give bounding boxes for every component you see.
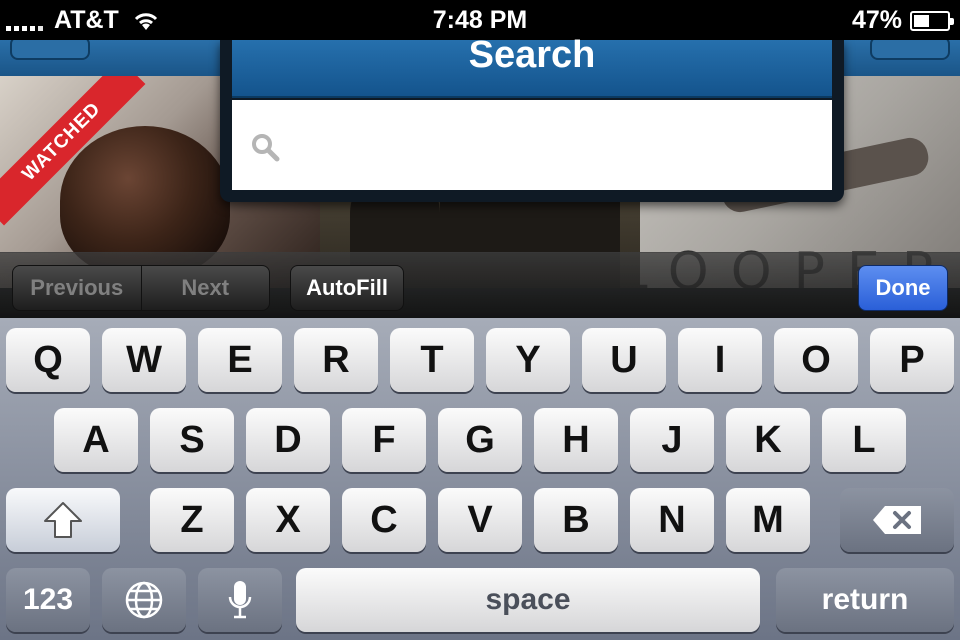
key-w[interactable]: W bbox=[102, 328, 186, 392]
next-button[interactable]: Next bbox=[140, 266, 270, 310]
previous-next-control: Previous Next bbox=[12, 265, 270, 311]
key-q[interactable]: Q bbox=[6, 328, 90, 392]
dictation-key[interactable] bbox=[198, 568, 282, 632]
key-f[interactable]: F bbox=[342, 408, 426, 472]
key-j[interactable]: J bbox=[630, 408, 714, 472]
return-key[interactable]: return bbox=[776, 568, 954, 632]
search-title: Search bbox=[468, 34, 596, 76]
delete-key[interactable] bbox=[840, 488, 954, 552]
key-b[interactable]: B bbox=[534, 488, 618, 552]
key-e[interactable]: E bbox=[198, 328, 282, 392]
key-v[interactable]: V bbox=[438, 488, 522, 552]
key-c[interactable]: C bbox=[342, 488, 426, 552]
key-l[interactable]: L bbox=[822, 408, 906, 472]
previous-button[interactable]: Previous bbox=[13, 266, 141, 310]
space-key[interactable]: space bbox=[296, 568, 760, 632]
status-right: 47% bbox=[851, 6, 954, 35]
shift-icon bbox=[44, 502, 82, 538]
delete-icon bbox=[873, 506, 921, 534]
key-r[interactable]: R bbox=[294, 328, 378, 392]
shift-key[interactable] bbox=[6, 488, 120, 552]
search-field[interactable] bbox=[232, 100, 832, 190]
numbers-key[interactable]: 123 bbox=[6, 568, 90, 632]
key-h[interactable]: H bbox=[534, 408, 618, 472]
key-z[interactable]: Z bbox=[150, 488, 234, 552]
search-icon bbox=[252, 134, 280, 162]
key-n[interactable]: N bbox=[630, 488, 714, 552]
keyboard: Q W E R T Y U I O P A S D F G H J K L Z … bbox=[0, 318, 960, 640]
key-y[interactable]: Y bbox=[486, 328, 570, 392]
keyboard-toolbar: Previous Next AutoFill Done bbox=[0, 252, 960, 318]
key-m[interactable]: M bbox=[726, 488, 810, 552]
key-p[interactable]: P bbox=[870, 328, 954, 392]
key-o[interactable]: O bbox=[774, 328, 858, 392]
battery-icon bbox=[910, 10, 954, 31]
status-time: 7:48 PM bbox=[432, 6, 528, 34]
globe-key[interactable] bbox=[102, 568, 186, 632]
search-popup: Search bbox=[220, 34, 844, 202]
battery-percent: 47% bbox=[851, 6, 902, 34]
key-a[interactable]: A bbox=[54, 408, 138, 472]
autofill-button[interactable]: AutoFill bbox=[290, 265, 404, 311]
key-t[interactable]: T bbox=[390, 328, 474, 392]
battery-fill bbox=[914, 14, 930, 27]
done-button[interactable]: Done bbox=[858, 265, 948, 311]
navbar-right-button[interactable] bbox=[870, 40, 950, 60]
key-i[interactable]: I bbox=[678, 328, 762, 392]
key-d[interactable]: D bbox=[246, 408, 330, 472]
key-x[interactable]: X bbox=[246, 488, 330, 552]
key-u[interactable]: U bbox=[582, 328, 666, 392]
key-g[interactable]: G bbox=[438, 408, 522, 472]
globe-icon bbox=[125, 581, 163, 619]
microphone-icon bbox=[228, 581, 252, 619]
search-popup-header: Search bbox=[232, 34, 832, 98]
navbar-left-button[interactable] bbox=[10, 40, 90, 60]
key-s[interactable]: S bbox=[150, 408, 234, 472]
key-k[interactable]: K bbox=[726, 408, 810, 472]
